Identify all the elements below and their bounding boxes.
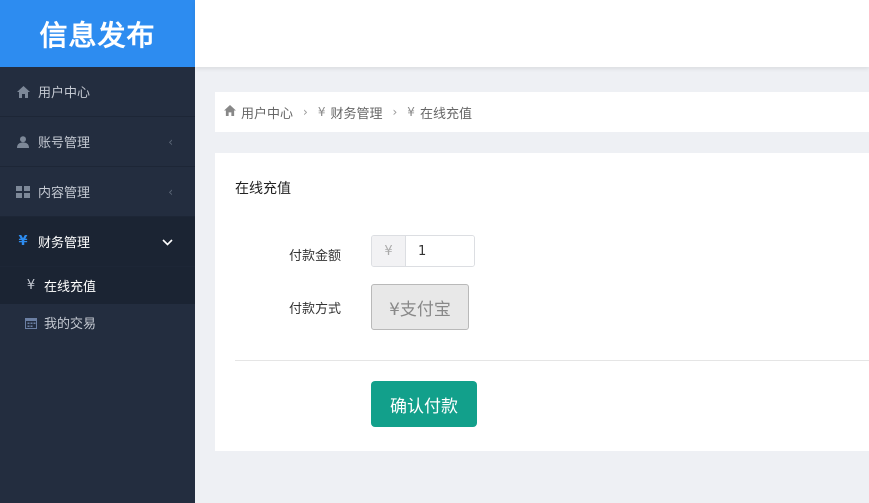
recharge-panel: 在线充值 付款金额 ¥ 付款方式 ¥支付宝 确认付款 (215, 153, 869, 451)
app-logo: 信息发布 (0, 0, 195, 67)
grid-icon (16, 185, 30, 198)
form-divider (235, 360, 869, 361)
sidebar-item-finance[interactable]: ¥ 财务管理 (0, 217, 195, 267)
breadcrumb: 用户中心 › ¥ 财务管理 › ¥ 在线充值 (215, 92, 869, 132)
breadcrumb-item-online-recharge: ¥ 在线充值 (407, 103, 472, 122)
home-icon (16, 85, 30, 98)
yen-icon: ¥ (18, 234, 28, 249)
breadcrumb-label: 在线充值 (419, 106, 472, 122)
sidebar-item-label: 账号管理 (38, 136, 91, 151)
sidebar-item-label: 用户中心 (38, 86, 91, 101)
sidebar-subitem-label: 在线充值 (44, 280, 97, 295)
logo-text: 信息发布 (39, 18, 156, 52)
sidebar: 用户中心 账号管理 ‹ 内容管理 ‹ ¥ 财务管理 ¥ 在线充值 我的交易 (0, 67, 195, 503)
sidebar-item-label: 财务管理 (38, 236, 91, 251)
breadcrumb-separator: › (303, 105, 308, 119)
breadcrumb-label: 用户中心 (241, 106, 294, 122)
sidebar-item-user-center[interactable]: 用户中心 (0, 67, 195, 117)
sidebar-item-label: 内容管理 (38, 186, 91, 201)
sidebar-item-account[interactable]: 账号管理 ‹ (0, 117, 195, 167)
yen-icon: ¥ (407, 105, 415, 119)
alipay-method-button[interactable]: ¥支付宝 (371, 284, 469, 330)
home-icon (224, 105, 236, 119)
sidebar-item-content[interactable]: 内容管理 ‹ (0, 167, 195, 217)
sidebar-subitem-label: 我的交易 (44, 317, 97, 332)
amount-input-group: ¥ (371, 235, 475, 267)
panel-title: 在线充值 (235, 181, 291, 197)
amount-label: 付款金额 (288, 249, 341, 264)
sidebar-subitem-my-transactions[interactable]: 我的交易 (0, 304, 195, 341)
chevron-down-icon (162, 235, 173, 249)
finance-submenu: ¥ 在线充值 我的交易 (0, 267, 195, 341)
amount-input[interactable] (406, 236, 474, 266)
calendar-icon (24, 317, 38, 329)
yen-icon: ¥ (317, 105, 326, 119)
user-icon (16, 135, 30, 148)
yen-icon: ¥ (26, 278, 36, 293)
payment-method-label: 付款方式 (288, 302, 341, 317)
breadcrumb-separator: › (392, 105, 398, 119)
breadcrumb-item-user-center[interactable]: 用户中心 (224, 103, 293, 122)
top-header (195, 0, 869, 67)
chevron-left-icon: ‹ (168, 184, 173, 199)
currency-addon: ¥ (372, 236, 406, 266)
sidebar-subitem-online-recharge[interactable]: ¥ 在线充值 (0, 267, 195, 304)
breadcrumb-label: 财务管理 (330, 106, 383, 122)
chevron-left-icon: ‹ (168, 134, 173, 149)
confirm-payment-button[interactable]: 确认付款 (371, 381, 477, 427)
breadcrumb-item-finance[interactable]: ¥ 财务管理 (318, 103, 383, 122)
